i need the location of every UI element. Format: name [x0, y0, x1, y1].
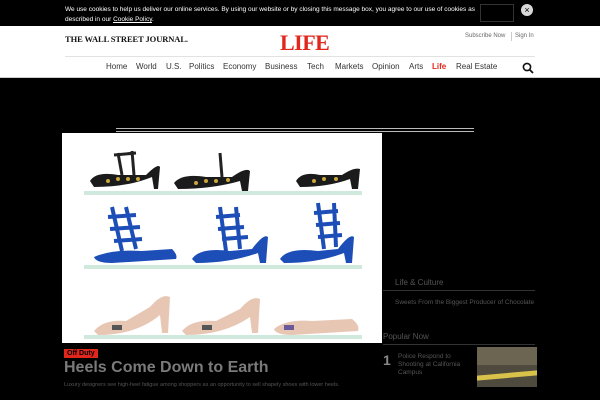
subscribe-link[interactable]: Subscribe Now: [465, 33, 505, 39]
nav-item-us[interactable]: U.S.: [166, 62, 182, 71]
divider: [65, 56, 535, 57]
shoe-image: [94, 296, 170, 335]
article-headline[interactable]: Heels Come Down to Earth: [64, 359, 268, 377]
shoe-image: [192, 206, 268, 263]
cookie-message-end: .: [151, 16, 154, 23]
cookie-policy-link[interactable]: Cookie Policy: [113, 16, 152, 23]
shoe-image: [94, 206, 177, 263]
divider: [383, 344, 535, 345]
search-icon[interactable]: [522, 62, 534, 74]
nav-item-economy[interactable]: Economy: [223, 62, 256, 71]
sidebar-heading: Popular Now: [383, 332, 429, 341]
shoe-image: [174, 152, 250, 191]
sidebar-link[interactable]: Police Respond to Shooting at California…: [398, 353, 473, 377]
divider: [511, 32, 512, 41]
nav-item-real-estate[interactable]: Real Estate: [456, 62, 497, 71]
section-logo[interactable]: LIFE: [280, 30, 330, 56]
masthead-logo[interactable]: THE WALL STREET JOURNAL.: [65, 34, 188, 44]
nav-item-arts[interactable]: Arts: [409, 62, 423, 71]
divider: [116, 131, 474, 132]
sidebar-heading[interactable]: Life & Culture: [395, 278, 443, 287]
nav-item-life[interactable]: Life: [432, 62, 446, 71]
nav-item-tech[interactable]: Tech: [307, 62, 324, 71]
sign-in-link[interactable]: Sign In: [515, 33, 534, 39]
article-summary: Luxury designers see high-heel fatigue a…: [64, 382, 340, 388]
nav-item-world[interactable]: World: [136, 62, 157, 71]
shoe-image: [280, 202, 354, 263]
sidebar-link[interactable]: Sweets From the Biggest Producer of Choc…: [395, 299, 535, 307]
cookie-message: We use cookies to help us deliver our on…: [65, 5, 485, 25]
nav-item-home[interactable]: Home: [106, 62, 127, 71]
nav-item-business[interactable]: Business: [265, 62, 297, 71]
hero-image[interactable]: [62, 133, 382, 343]
cookie-accept-button[interactable]: [480, 4, 514, 22]
divider: [383, 290, 535, 291]
nav-item-opinion[interactable]: Opinion: [372, 62, 400, 71]
section-badge[interactable]: Off Duty: [64, 349, 98, 358]
site-header: THE WALL STREET JOURNAL. LIFE Subscribe …: [0, 26, 600, 78]
shoe-image: [90, 150, 160, 189]
nav-item-markets[interactable]: Markets: [335, 62, 363, 71]
shoe-image: [182, 298, 260, 335]
divider: [0, 77, 600, 78]
cookie-banner: We use cookies to help us deliver our on…: [0, 0, 600, 26]
shoe-image: [274, 319, 359, 335]
shoe-image: [296, 168, 360, 189]
nav-item-politics[interactable]: Politics: [189, 62, 214, 71]
shelf-decoration: [84, 265, 362, 269]
rank-number: 1: [383, 352, 391, 368]
main-nav: Home World U.S. Politics Economy Busines…: [0, 62, 600, 74]
thumbnail-image[interactable]: [477, 347, 537, 387]
divider: [116, 128, 474, 129]
close-icon[interactable]: ×: [521, 4, 533, 16]
